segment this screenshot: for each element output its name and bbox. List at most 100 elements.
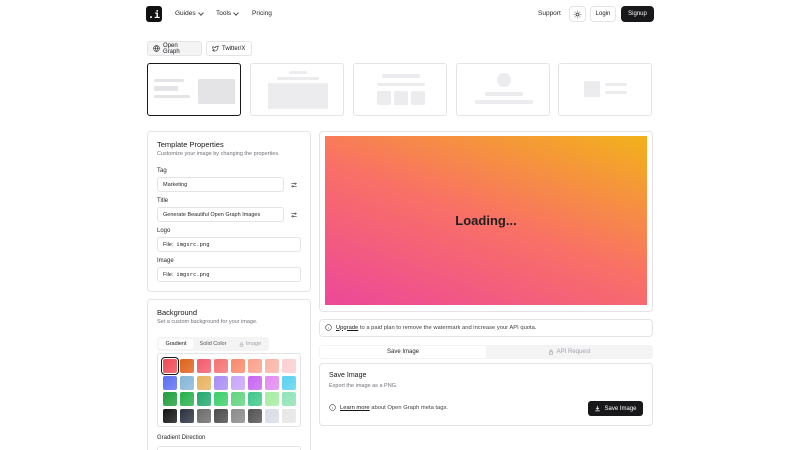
image-file-input[interactable]: File: imgsrc.png [157,267,301,282]
template-option-5[interactable] [558,63,652,116]
save-image-card [319,363,653,426]
gradient-swatch[interactable] [214,392,228,406]
learn-more-row: Learn more about Open Graph meta tags. [329,404,448,411]
gradient-swatch[interactable] [163,408,177,423]
title-input-value: Generate Beautiful Open Graph Images [163,211,261,218]
gradient-swatch[interactable] [161,357,179,375]
logo-file-input[interactable]: File: imgsrc.png [157,237,301,252]
gradient-swatch[interactable] [180,375,194,390]
sun-icon [573,10,582,18]
gradient-swatch[interactable] [231,392,245,406]
template-option-2[interactable] [250,63,344,116]
gradient-swatch[interactable] [265,359,279,373]
gradient-swatch[interactable] [248,408,262,423]
upgrade-link[interactable]: Upgrade [336,325,358,331]
tag-input-value: Marketing [163,181,188,188]
tab-api-request[interactable]: API Request [487,346,651,358]
placeholder-line [277,77,319,80]
template-properties-title: Template Properties [157,140,224,149]
gradient-swatch[interactable] [214,408,228,423]
template-option-4[interactable] [456,63,550,116]
background-title: Background [157,308,198,317]
placeholder-image [268,83,328,109]
placeholder-image [584,81,600,97]
gradient-swatch[interactable] [197,408,211,423]
upgrade-notice-content: Upgrade to a paid plan to remove the wat… [325,324,536,331]
action-tabs: Save Image API Request [319,345,653,359]
tab-save-image[interactable]: Save Image [320,346,486,358]
gradient-swatch[interactable] [248,375,262,390]
image-file-prefix: File: [163,271,174,278]
placeholder-line [475,100,533,104]
nav-tools[interactable]: Tools [216,9,240,17]
tag-input[interactable]: Marketing [157,177,284,192]
placeholder-image [198,79,235,104]
tab-solid-color[interactable]: Solid Color [194,339,232,349]
gradient-swatch[interactable] [282,359,296,373]
logo[interactable]: .i [146,6,162,22]
save-image-button[interactable]: Save Image [588,401,643,416]
nav-tools-label: Tools [216,10,232,17]
nav-guides-label: Guides [175,10,196,17]
gradient-swatch[interactable] [180,359,194,373]
gradient-swatch[interactable] [214,359,228,373]
gradient-swatch[interactable] [282,408,296,423]
twitter-icon [212,45,219,52]
gradient-swatch[interactable] [282,392,296,406]
tab-open-graph[interactable]: Open Graph [147,41,202,56]
gradient-swatch[interactable] [231,408,245,423]
sliders-icon [291,212,297,217]
title-settings-button[interactable] [287,207,301,222]
placeholder-image [377,91,391,105]
gradient-swatch[interactable] [231,375,245,390]
learn-more-link[interactable]: Learn more [340,405,370,411]
gradient-swatch[interactable] [282,375,296,390]
tab-image[interactable]: Image [233,339,267,349]
gradient-swatch[interactable] [180,392,194,406]
title-input[interactable]: Generate Beautiful Open Graph Images [157,207,284,222]
placeholder-avatar [497,73,511,87]
gradient-swatch[interactable] [214,375,228,390]
gradient-swatch[interactable] [248,359,262,373]
download-icon [595,405,601,412]
gradient-swatch[interactable] [163,375,177,390]
image-label: Image [157,258,174,264]
theme-toggle-button[interactable] [569,6,586,22]
gradient-swatch[interactable] [197,359,211,373]
logo-file-prefix: File: [163,241,174,248]
save-image-button-label: Save Image [604,405,637,412]
signup-button[interactable]: Signup [621,6,654,22]
gradient-swatch[interactable] [265,375,279,390]
nav-guides[interactable]: Guides [175,9,204,17]
gradient-direction-label: Gradient Direction [157,435,206,441]
tab-image-label: Image [245,341,262,347]
gradient-swatch-panel [157,353,301,427]
gradient-direction-control[interactable] [157,446,301,450]
image-file-name: imgsrc.png [176,271,210,278]
template-option-1[interactable] [147,63,241,116]
tab-twitter[interactable]: Twitter/X [206,41,252,56]
gradient-swatch[interactable] [231,359,245,373]
learn-more-text: about Open Graph meta tags. [371,404,448,411]
tab-gradient[interactable]: Gradient [159,339,193,349]
nav-pricing[interactable]: Pricing [252,10,272,17]
gradient-swatch[interactable] [163,392,177,406]
upgrade-text: to a paid plan to remove the watermark a… [359,324,537,331]
gradient-swatch[interactable] [248,392,262,406]
gradient-swatch[interactable] [197,392,211,406]
gradient-swatch[interactable] [197,375,211,390]
tab-twitter-label: Twitter/X [222,45,246,52]
save-image-subtitle: Export the image as a PNG. [329,383,398,389]
placeholder-line [154,86,178,91]
placeholder-line [289,71,307,74]
gradient-swatch[interactable] [265,408,279,423]
placeholder-line [605,83,627,86]
gradient-swatch[interactable] [180,408,194,423]
nav-support[interactable]: Support [538,10,561,17]
tag-settings-button[interactable] [287,177,301,192]
tab-api-request-label: API Request [556,349,591,355]
gradient-swatch[interactable] [265,392,279,406]
template-option-3[interactable] [353,63,447,116]
logo-file-name: imgsrc.png [176,241,210,248]
login-button[interactable]: Login [590,6,616,22]
